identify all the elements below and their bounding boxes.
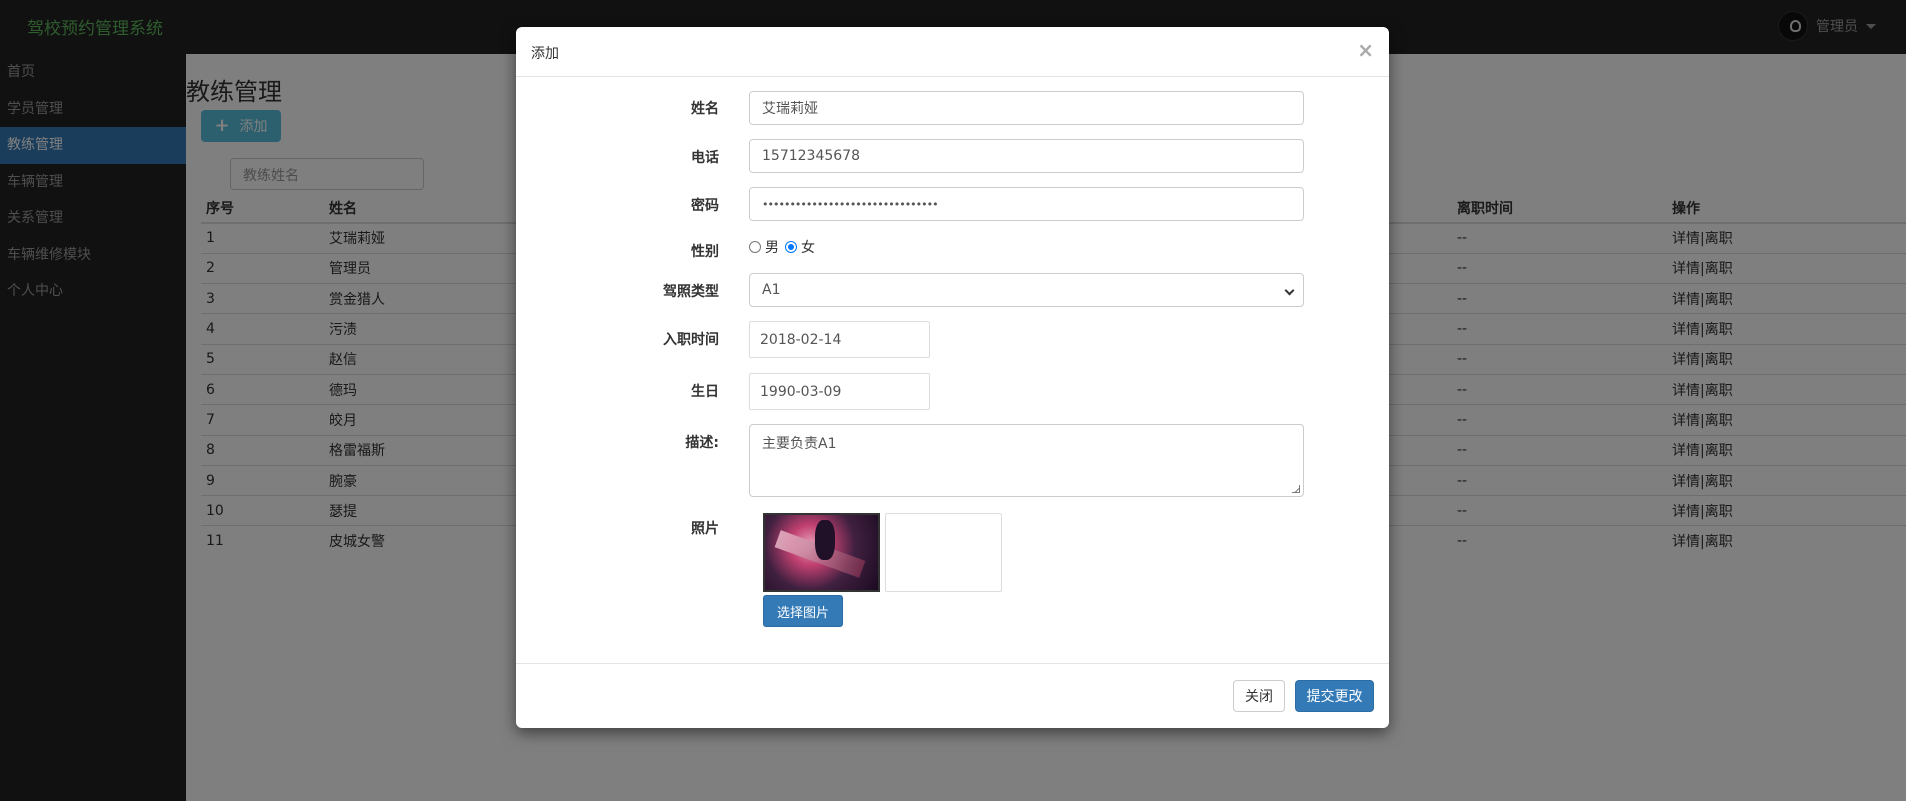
description-label: 描述: [685,435,719,451]
gender-male-label: 男 [765,240,779,256]
password-input[interactable]: •••••••••••••••••••••••••••••••• [749,187,1304,221]
submit-button[interactable]: 提交更改 [1295,680,1374,712]
close-button[interactable]: 关闭 [1233,680,1285,712]
photo-empty-slot [885,513,1002,592]
license-select[interactable]: A1 [749,273,1304,307]
gender-female-label: 女 [801,240,815,256]
photo-thumbnail [763,513,880,592]
gender-male-radio[interactable] [749,241,761,253]
modal-footer: 关闭 提交更改 [516,663,1389,728]
close-icon[interactable]: × [1357,38,1374,62]
photo-label: 照片 [691,521,719,537]
modal-title: 添加 [531,46,559,62]
name-label: 姓名 [691,101,719,117]
choose-image-button[interactable]: 选择图片 [763,595,843,627]
birthday-label: 生日 [691,384,719,400]
resize-handle-icon[interactable] [1292,485,1300,493]
phone-input[interactable]: 15712345678 [749,139,1304,173]
password-label: 密码 [691,198,719,214]
gender-radio-group: 男 女 [749,237,821,257]
hire-date-input[interactable]: 2018-02-14 [749,321,930,358]
birthday-input[interactable]: 1990-03-09 [749,373,930,410]
gender-label: 性别 [691,244,719,260]
description-textarea[interactable]: 主要负责A1 [749,424,1304,497]
license-label: 驾照类型 [663,284,719,300]
name-input[interactable]: 艾瑞莉娅 [749,91,1304,125]
add-coach-modal: 添加 × 姓名 艾瑞莉娅 电话 15712345678 密码 •••••••••… [516,27,1389,728]
description-text: 主要负责A1 [762,436,837,452]
license-select-value: A1 [762,282,781,298]
chevron-down-icon [1284,285,1295,296]
hire-date-label: 入职时间 [663,332,719,348]
modal-header: 添加 × [516,27,1389,77]
phone-label: 电话 [691,150,719,166]
gender-female-radio[interactable] [785,241,797,253]
